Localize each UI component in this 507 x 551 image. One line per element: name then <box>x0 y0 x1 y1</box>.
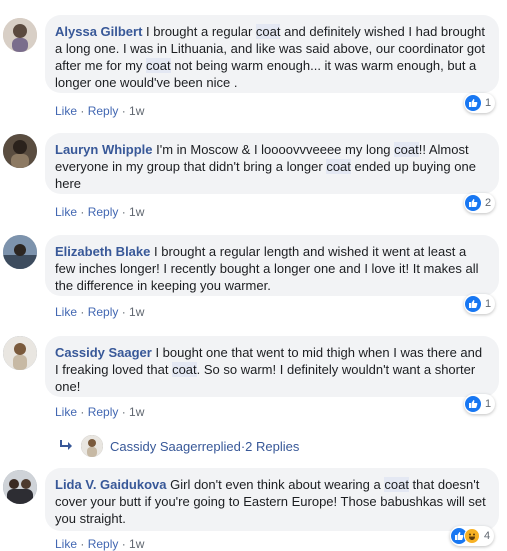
like-link[interactable]: Like <box>55 305 77 319</box>
reaction-count: 1 <box>485 398 492 410</box>
comment-text: I'm in Moscow & I loooovvveeee my long <box>152 142 395 157</box>
like-link[interactable]: Like <box>55 205 77 219</box>
reaction-count: 1 <box>485 298 492 310</box>
comment-bubble: Lida V. Gaidukova Girl don't even think … <box>45 468 499 531</box>
comment-bubble: Lauryn Whipple I'm in Moscow & I loooovv… <box>45 133 499 194</box>
comment-bubble: Alyssa Gilbert I brought a regular coat … <box>45 15 499 93</box>
comment-timestamp[interactable]: 1w <box>129 104 144 118</box>
reaction-count: 1 <box>485 97 492 109</box>
avatar[interactable] <box>3 235 37 269</box>
comment-timestamp[interactable]: 1w <box>129 205 144 219</box>
reaction-count: 4 <box>484 530 491 542</box>
reaction-summary[interactable]: 1 <box>464 93 496 113</box>
comment-actions: Like · Reply · 1w <box>55 305 145 319</box>
comment-timestamp[interactable]: 1w <box>129 305 144 319</box>
reaction-count: 2 <box>485 197 492 209</box>
avatar[interactable] <box>3 336 37 370</box>
reply-arrow-icon <box>59 439 73 454</box>
avatar-photo-icon <box>3 336 37 370</box>
search-highlight: coat <box>172 362 197 377</box>
comment-timestamp[interactable]: 1w <box>129 537 144 551</box>
avatar-photo-icon <box>3 235 37 269</box>
replier-name[interactable]: Cassidy Saager <box>110 439 202 454</box>
search-highlight: coat <box>394 142 419 157</box>
comment-text: Girl don't even think about wearing a <box>166 477 385 492</box>
avatar[interactable] <box>3 134 37 168</box>
avatar[interactable] <box>3 18 37 52</box>
haha-reaction-icon <box>464 528 480 544</box>
comment-author[interactable]: Cassidy Saager <box>55 345 152 360</box>
search-highlight: coat <box>255 24 281 39</box>
reaction-summary[interactable]: 1 <box>464 294 496 314</box>
reaction-summary[interactable]: 1 <box>464 394 496 414</box>
like-link[interactable]: Like <box>55 405 77 419</box>
avatar-photo-icon <box>3 18 37 52</box>
reply-link[interactable]: Reply <box>88 537 119 551</box>
like-reaction-icon <box>465 296 481 312</box>
comment-actions: Like · Reply · 1w <box>55 205 145 219</box>
replies-count[interactable]: 2 Replies <box>245 439 299 454</box>
comment-author[interactable]: Elizabeth Blake <box>55 244 150 259</box>
search-highlight: coat <box>384 477 409 492</box>
reaction-summary[interactable]: 4 <box>450 526 495 546</box>
like-reaction-icon <box>465 396 481 412</box>
avatar-photo-icon <box>3 470 37 504</box>
avatar-photo-icon <box>3 134 37 168</box>
comment-bubble: Elizabeth Blake I brought a regular leng… <box>45 235 499 296</box>
like-reaction-icon <box>465 195 481 211</box>
comment-author[interactable]: Lauryn Whipple <box>55 142 153 157</box>
avatar <box>81 435 103 457</box>
search-highlight: coat <box>326 159 351 174</box>
reply-link[interactable]: Reply <box>88 104 119 118</box>
search-highlight: coat <box>146 58 171 73</box>
comment-timestamp[interactable]: 1w <box>129 405 144 419</box>
like-link[interactable]: Like <box>55 537 77 551</box>
replied-text: replied <box>201 438 241 454</box>
like-reaction-icon <box>465 95 481 111</box>
reaction-summary[interactable]: 2 <box>464 193 496 213</box>
comment-bubble: Cassidy Saager I bought one that went to… <box>45 336 499 397</box>
comment-actions: Like · Reply · 1w <box>55 104 145 118</box>
comment-author[interactable]: Alyssa Gilbert <box>55 24 142 39</box>
comment-text: I brought a regular <box>142 24 256 39</box>
reply-link[interactable]: Reply <box>88 305 119 319</box>
comment-actions: Like · Reply · 1w <box>55 537 145 551</box>
comment-author[interactable]: Lida V. Gaidukova <box>55 477 167 492</box>
like-link[interactable]: Like <box>55 104 77 118</box>
reply-link[interactable]: Reply <box>88 205 119 219</box>
comment-actions: Like · Reply · 1w <box>55 405 145 419</box>
view-replies-link[interactable]: Cassidy Saager replied · 2 Replies <box>59 435 299 457</box>
avatar[interactable] <box>3 470 37 504</box>
reply-link[interactable]: Reply <box>88 405 119 419</box>
